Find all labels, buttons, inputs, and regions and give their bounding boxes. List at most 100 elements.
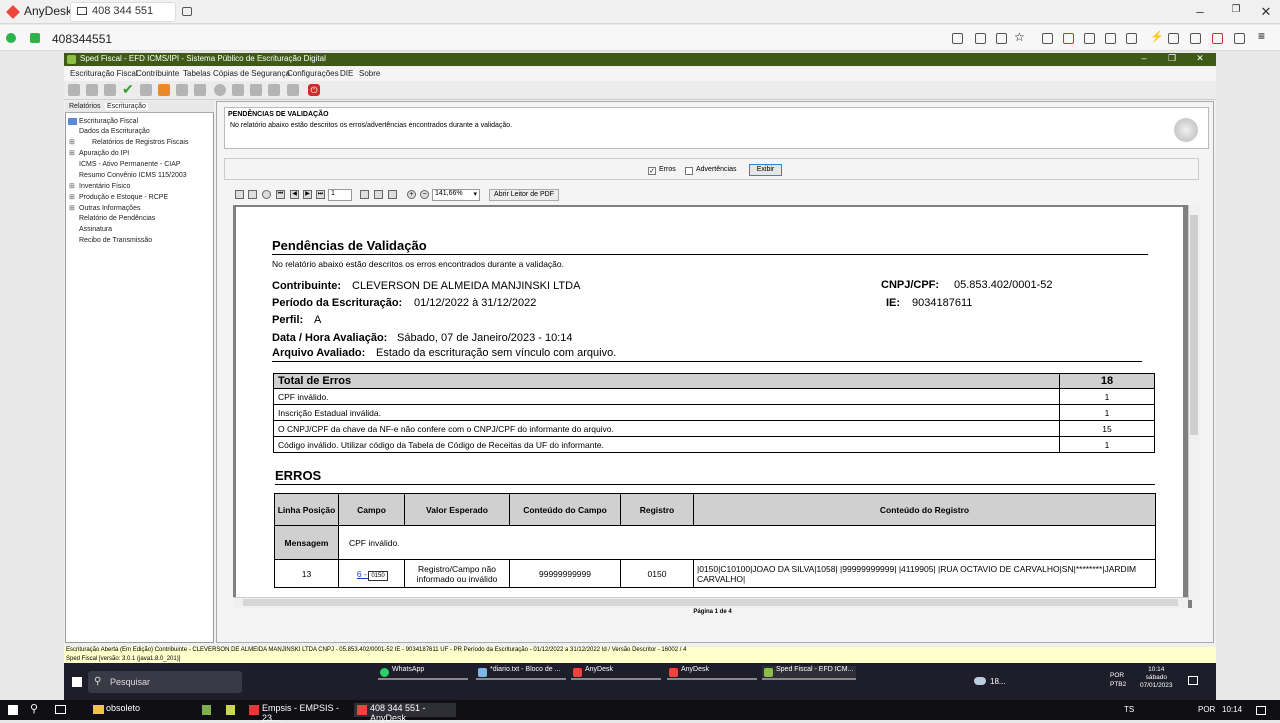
zoom-out-icon[interactable]: − — [420, 190, 429, 199]
last-page-icon[interactable]: ⏭ — [316, 190, 325, 199]
local-clock[interactable]: 10:14 — [1222, 705, 1242, 714]
tree-item-pendencias[interactable]: Relatório de Pendências — [79, 215, 155, 222]
actual-size-icon[interactable] — [360, 190, 369, 199]
page-number-input[interactable]: 1 — [328, 189, 352, 201]
local-app-anydesk[interactable]: 408 344 551 - AnyDesk — [354, 703, 456, 723]
taskbar-app-whatsapp[interactable]: WhatsApp — [378, 666, 468, 680]
advertencias-checkbox[interactable] — [685, 167, 693, 175]
star-icon[interactable]: ☆ — [1014, 30, 1025, 44]
local-start-icon[interactable] — [8, 705, 18, 715]
vertical-scroll-thumb[interactable] — [1190, 215, 1198, 435]
ts-label[interactable]: TS — [1124, 705, 1134, 714]
sped-close-button[interactable]: ✕ — [1193, 53, 1207, 64]
save-icon[interactable] — [235, 190, 244, 199]
export-icon[interactable] — [194, 84, 206, 96]
menu-icon[interactable]: ≡ — [1258, 29, 1269, 43]
zoom-in-icon[interactable]: + — [407, 190, 416, 199]
delete-icon[interactable] — [158, 84, 170, 96]
privacy-icon[interactable] — [975, 33, 986, 44]
menu-tabelas[interactable]: Tabelas — [183, 69, 211, 78]
expand-icon[interactable]: ⊞ — [69, 204, 75, 212]
monitor-switch-icon[interactable] — [1084, 33, 1095, 44]
menu-escrituracao[interactable]: Escrituração Fiscal — [70, 69, 138, 78]
fit-width-icon[interactable] — [374, 190, 383, 199]
print-icon[interactable] — [176, 84, 188, 96]
local-search-icon[interactable]: ⚲ — [30, 702, 38, 715]
transmit-icon[interactable] — [232, 84, 244, 96]
next-page-icon[interactable]: ▶ — [303, 190, 312, 199]
power-icon[interactable]: ⚡ — [1150, 30, 1164, 43]
remote-clock[interactable]: 10:14 sábado 07/01/2023 — [1140, 666, 1173, 690]
taskbar-app-sped[interactable]: Sped Fiscal - EFD ICM... — [762, 666, 856, 680]
receipt-icon[interactable] — [250, 84, 262, 96]
tree-item-apuracao-ipi[interactable]: Apuração do IPI — [79, 150, 129, 157]
tree-item-convenio[interactable]: Resumo Convênio ICMS 115/2003 — [79, 172, 187, 179]
message-icon[interactable] — [1126, 33, 1137, 44]
close-button[interactable]: ✕ — [1256, 4, 1276, 20]
tree-item-producao[interactable]: Produção e Estoque - RCPE — [79, 194, 168, 201]
minimize-button[interactable]: – — [1190, 4, 1210, 19]
refresh-icon[interactable] — [262, 190, 271, 199]
sped-minimize-button[interactable]: – — [1137, 53, 1151, 63]
task-view-icon[interactable] — [55, 705, 66, 714]
open-pdf-button[interactable]: Abrir Leitor de PDF — [489, 189, 559, 201]
menu-configuracoes[interactable]: Configurações — [287, 69, 339, 78]
notification-icon[interactable] — [1188, 676, 1198, 685]
taskbar-app-anydesk-1[interactable]: AnyDesk — [571, 666, 661, 680]
menu-die[interactable]: DIE — [340, 69, 353, 78]
expand-icon[interactable]: ⊞ — [69, 182, 75, 190]
chat-icon[interactable] — [952, 33, 963, 44]
taskbar-app-anydesk-2[interactable]: AnyDesk — [667, 666, 757, 680]
tree-item-inventario[interactable]: Inventário Físico — [79, 183, 130, 190]
expand-icon[interactable]: ⊞ — [69, 149, 75, 157]
open-icon[interactable] — [86, 84, 98, 96]
horizontal-scroll-thumb[interactable] — [243, 599, 1178, 606]
display-icon[interactable] — [1063, 33, 1074, 44]
local-language[interactable]: POR — [1198, 705, 1215, 714]
record-icon[interactable] — [1190, 33, 1201, 44]
local-notification-icon[interactable] — [1256, 706, 1266, 715]
tab-escrituracao[interactable]: Escrituração — [105, 103, 148, 110]
restore-icon[interactable] — [287, 84, 299, 96]
tree-item-relatorios-registros[interactable]: Relatórios de Registros Fiscais — [92, 139, 188, 146]
pen-icon[interactable] — [1234, 33, 1245, 44]
exibir-button[interactable]: Exibir — [749, 164, 782, 176]
prev-page-icon[interactable]: ◀ — [290, 190, 299, 199]
expand-icon[interactable]: ⊞ — [69, 138, 75, 146]
expand-icon[interactable]: ⊞ — [69, 193, 75, 201]
tree-item-ciap[interactable]: ICMS - Ativo Permanente - CIAP — [79, 161, 181, 168]
transfer-icon[interactable] — [1168, 33, 1179, 44]
local-app-obsoleto[interactable]: obsoleto — [90, 703, 190, 717]
erros-checkbox[interactable]: ✓ — [648, 167, 656, 175]
remote-language[interactable]: POR PTB2 — [1110, 671, 1132, 689]
menu-copias[interactable]: Cópias de Segurança — [213, 69, 290, 78]
actions-icon[interactable] — [1042, 33, 1053, 44]
tab-relatorios[interactable]: Relatórios — [69, 103, 101, 110]
fit-page-icon[interactable] — [388, 190, 397, 199]
menu-sobre[interactable]: Sobre — [359, 69, 380, 78]
tree-item-dados[interactable]: Dados da Escrituração — [79, 128, 150, 135]
menu-contribuinte[interactable]: Contribuinte — [136, 69, 179, 78]
local-app-empsis[interactable]: Empsis - EMPSIS - 23.... — [246, 703, 350, 723]
tree-item-outras[interactable]: Outras Informações — [79, 205, 140, 212]
zoom-select[interactable]: 141,66% ▾ — [432, 189, 480, 201]
sign-icon[interactable] — [214, 84, 226, 96]
exit-icon[interactable]: ⏻ — [308, 84, 320, 96]
new-icon[interactable] — [68, 84, 80, 96]
import-icon[interactable] — [104, 84, 116, 96]
app-icon[interactable] — [202, 705, 211, 715]
tree-item-recibo[interactable]: Recibo de Transmissão — [79, 237, 152, 244]
validate-icon[interactable]: ✔ — [122, 81, 134, 97]
stop-icon[interactable] — [1212, 33, 1223, 44]
print-icon[interactable] — [248, 190, 257, 199]
tree-item-assinatura[interactable]: Assinatura — [79, 226, 112, 233]
first-page-icon[interactable]: ⏮ — [276, 190, 285, 199]
windows-start-icon[interactable] — [72, 677, 82, 687]
backup-icon[interactable] — [268, 84, 280, 96]
taskbar-app-notepad[interactable]: *diario.txt - Bloco de ... — [476, 666, 566, 680]
tree-item-escrituracao[interactable]: Escrituração Fiscal — [79, 118, 138, 125]
maximize-button[interactable]: ❐ — [1226, 4, 1246, 15]
edit-icon[interactable] — [140, 84, 152, 96]
app-icon[interactable] — [226, 705, 235, 715]
sped-maximize-button[interactable]: ❐ — [1165, 53, 1179, 64]
